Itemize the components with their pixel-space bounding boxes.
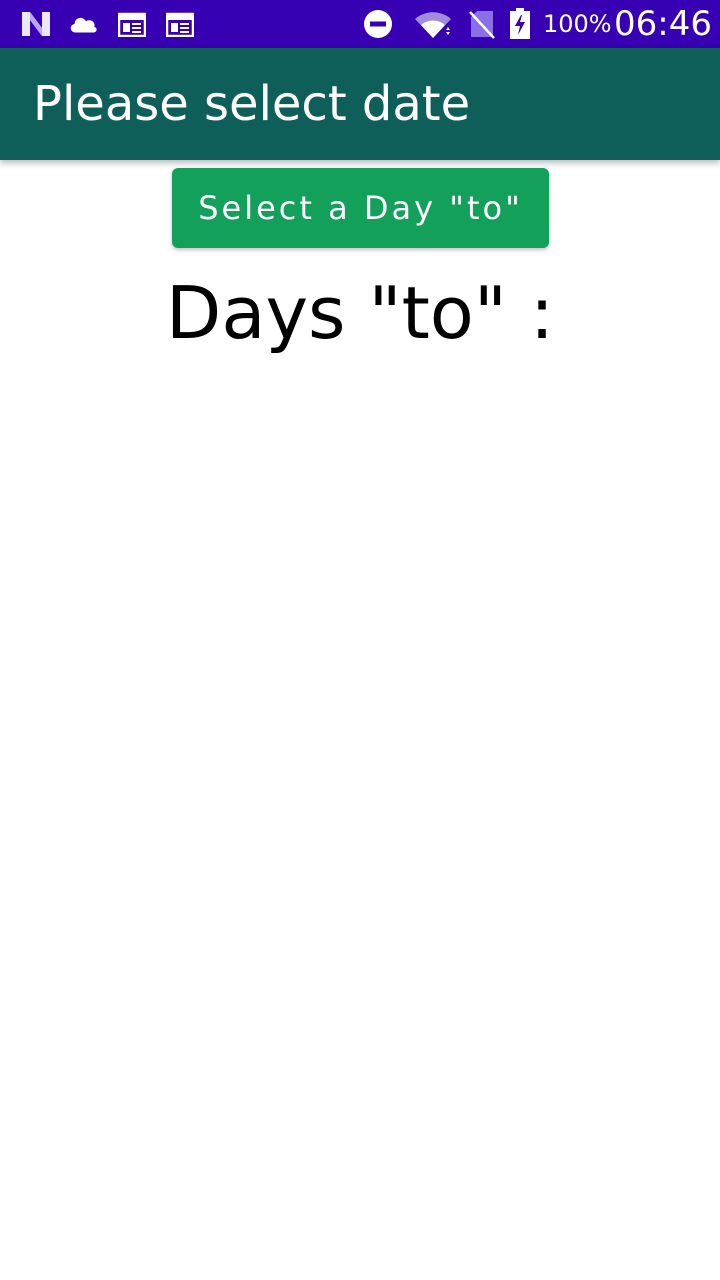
battery-charging-icon: [508, 8, 532, 39]
days-to-label: Days "to" :: [165, 271, 555, 355]
wifi-icon: [413, 10, 453, 38]
select-day-to-button[interactable]: Select a Day "to": [172, 168, 549, 248]
no-sim-icon: [467, 10, 497, 39]
calendar-icon: [165, 10, 195, 38]
calendar-icon: [117, 10, 147, 38]
app-bar: Please select date: [0, 48, 720, 160]
do-not-disturb-icon: [363, 10, 393, 38]
n-logo-icon: [21, 10, 51, 38]
status-bar: 100% 06:46: [0, 0, 720, 48]
cloud-icon: [68, 10, 98, 38]
clock-time: 06:46: [614, 4, 712, 44]
battery-percentage: 100%: [543, 10, 612, 38]
page-title: Please select date: [33, 76, 471, 132]
